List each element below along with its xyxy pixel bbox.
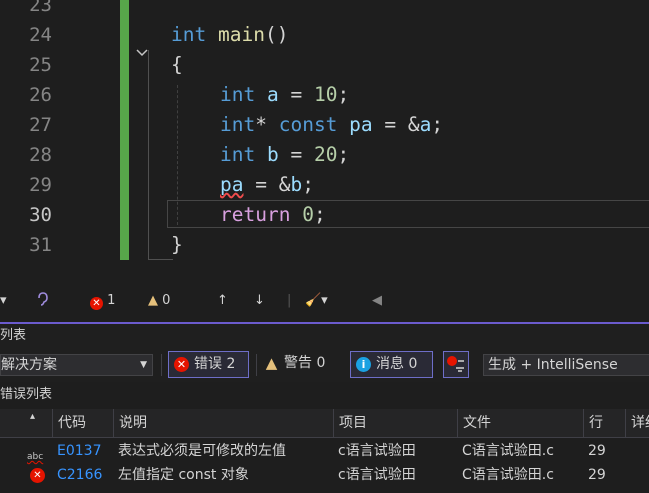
code-line[interactable]: 26 int a = 10; xyxy=(0,80,649,110)
warnings-filter-button[interactable]: ▲ 警告 0 xyxy=(259,351,343,378)
error-description: 表达式必须是可修改的左值 xyxy=(118,443,286,459)
table-row[interactable]: ✕ C2166 左值指定 const 对象 c语言试验田 C语言试验田.c 29 xyxy=(0,463,649,487)
error-code-link[interactable]: C2166 xyxy=(57,463,102,487)
warning-count-indicator[interactable]: ▲ 0 xyxy=(148,292,170,310)
line-number: 28 xyxy=(29,144,52,166)
warning-icon: ▲ xyxy=(265,354,278,372)
error-squiggle: pa xyxy=(220,173,244,196)
scroll-left-arrow-icon[interactable]: ◀ xyxy=(372,292,382,310)
error-line: 29 xyxy=(588,443,606,459)
code-text: int b = 20; xyxy=(220,143,350,166)
error-file: C语言试验田.c xyxy=(462,443,554,459)
line-number: 31 xyxy=(29,234,52,256)
code-text: int main() xyxy=(171,23,289,46)
messages-filter-button[interactable]: i 消息 0 xyxy=(350,351,433,378)
code-text: int a = 10; xyxy=(220,83,350,106)
warnings-filter-label: 警告 0 xyxy=(284,355,326,371)
code-line[interactable]: 31 } xyxy=(0,230,649,260)
error-description: 左值指定 const 对象 xyxy=(118,467,249,483)
toolbar-separator xyxy=(161,354,162,376)
code-line[interactable]: 30 return 0; xyxy=(0,200,649,230)
separator: | xyxy=(287,293,292,308)
table-row[interactable]: abc E0137 表达式必须是可修改的左值 c语言试验田 C语言试验田.c 2… xyxy=(0,439,649,463)
cleanup-brush-icon[interactable]: 🧹▾ xyxy=(305,292,328,310)
code-line[interactable]: 25 { xyxy=(0,50,649,80)
line-number: 25 xyxy=(29,54,52,76)
chevron-down-icon: ▼ xyxy=(140,360,147,370)
code-line[interactable]: 27 int* const pa = &a; xyxy=(0,110,649,140)
error-project: c语言试验田 xyxy=(338,443,416,459)
toolbar-separator xyxy=(256,354,257,376)
error-icon: ✕ xyxy=(30,468,45,483)
error-file: C语言试验田.c xyxy=(462,467,554,483)
table-header: ▴ 代码 说明 项目 文件 行 详细 xyxy=(0,409,649,438)
build-source-value: 生成 + IntelliSense xyxy=(488,357,618,373)
info-icon: i xyxy=(356,357,371,372)
scope-dropdown-value: 解决方案 xyxy=(1,357,57,373)
ear-icon[interactable] xyxy=(36,292,50,313)
column-header-detail[interactable]: 详细 xyxy=(625,409,649,437)
code-text: int* const pa = &a; xyxy=(220,113,444,136)
messages-filter-label: 消息 0 xyxy=(376,356,418,372)
error-icon: ✕ xyxy=(174,357,189,372)
editor-status-bar: ▾ ✕ 1 ▲ 0 ↑ ↓ | 🧹▾ ◀ xyxy=(0,290,649,312)
next-issue-arrow-icon[interactable]: ↓ xyxy=(254,292,265,310)
code-line[interactable]: 24 int main() xyxy=(0,20,649,57)
line-number: 23 xyxy=(29,0,52,16)
error-count-indicator[interactable]: ✕ 1 xyxy=(90,292,115,310)
dropdown-arrow-icon[interactable]: ▾ xyxy=(0,292,7,310)
build-source-dropdown[interactable]: 生成 + IntelliSense xyxy=(483,354,649,376)
error-line: 29 xyxy=(588,467,606,483)
previous-issue-arrow-icon[interactable]: ↑ xyxy=(217,292,228,310)
line-number: 27 xyxy=(29,114,52,136)
column-header-line[interactable]: 行 xyxy=(583,409,625,437)
scope-dropdown[interactable]: 解决方案 ▼ xyxy=(0,354,153,376)
code-line[interactable]: 29 pa = &b; xyxy=(0,170,649,200)
code-text: } xyxy=(171,233,183,256)
column-header-file[interactable]: 文件 xyxy=(457,409,583,437)
error-code-link[interactable]: E0137 xyxy=(57,439,101,463)
code-text: pa = &b; xyxy=(220,173,314,196)
line-number: 24 xyxy=(29,24,52,46)
warning-icon: ▲ xyxy=(148,293,158,308)
error-icon: ✕ xyxy=(90,297,103,310)
column-header-description[interactable]: 说明 xyxy=(113,409,333,437)
error-list-label: 错误列表 xyxy=(0,387,53,402)
line-number: 29 xyxy=(29,174,52,196)
errors-filter-label: 错误 2 xyxy=(194,356,236,372)
sort-icon: ▴ xyxy=(30,411,36,422)
errors-filter-button[interactable]: ✕ 错误 2 xyxy=(168,351,249,378)
filter-icon xyxy=(447,356,464,372)
column-header-project[interactable]: 项目 xyxy=(333,409,457,437)
filter-toggle-button[interactable] xyxy=(443,351,469,378)
code-text: return 0; xyxy=(220,203,326,226)
code-line[interactable]: 28 int b = 20; xyxy=(0,140,649,170)
panel-title: 列表 xyxy=(0,328,27,343)
column-header-code[interactable]: 代码 xyxy=(52,409,113,437)
code-text: { xyxy=(171,53,183,76)
panel-title-bar: 列表 xyxy=(0,322,649,348)
code-editor[interactable]: 23 24 int main() 25 { 26 int a = 10; 27 … xyxy=(0,0,649,290)
line-number: 30 xyxy=(29,204,52,226)
line-number: 26 xyxy=(29,84,52,106)
error-project: c语言试验田 xyxy=(338,467,416,483)
code-line[interactable]: 23 xyxy=(0,0,649,20)
sort-column-header[interactable]: ▴ xyxy=(0,409,52,437)
